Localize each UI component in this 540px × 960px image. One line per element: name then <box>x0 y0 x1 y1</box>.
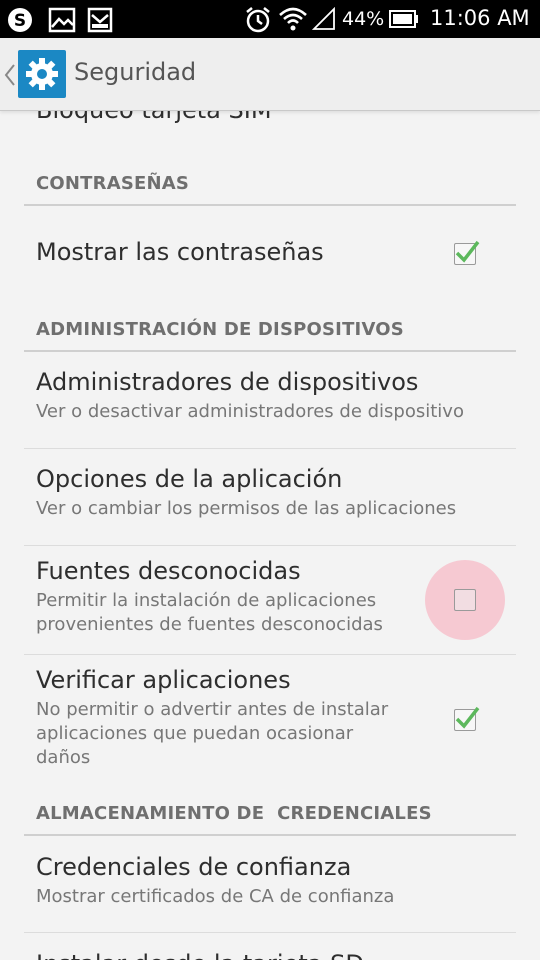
action-bar: Seguridad <box>0 38 540 111</box>
section-title: ALMACENAMIENTO DE CREDENCIALES <box>36 803 432 824</box>
list-item-app-options[interactable]: Opciones de la aplicación Ver o cambiar … <box>36 465 516 545</box>
divider <box>24 448 516 449</box>
item-title: Bloqueo tarjeta SIM <box>36 110 272 124</box>
list-item-verify-apps[interactable]: Verificar aplicaciones No permitir o adv… <box>36 666 516 786</box>
section-header-credentials: ALMACENAMIENTO DE CREDENCIALES <box>24 784 516 836</box>
list-item-sim-lock[interactable]: Bloqueo tarjeta SIM <box>36 110 516 124</box>
check-icon <box>455 706 480 729</box>
battery-percent: 44% <box>342 8 385 30</box>
check-icon <box>455 240 480 263</box>
item-summary: Ver o cambiar los permisos de las aplica… <box>36 498 457 519</box>
section-header-passwords: CONTRASEÑAS <box>24 150 516 206</box>
battery-icon <box>389 9 419 33</box>
settings-list[interactable]: Bloqueo tarjeta SIM CONTRASEÑAS Mostrar … <box>0 110 540 960</box>
divider <box>24 654 516 655</box>
page-title: Seguridad <box>74 58 197 86</box>
divider <box>24 932 516 933</box>
signal-icon <box>311 6 336 35</box>
item-title: Verificar aplicaciones <box>36 666 291 694</box>
clock: 11:06 AM <box>430 6 530 30</box>
list-item-trusted-credentials[interactable]: Credenciales de confianza Mostrar certif… <box>36 853 516 933</box>
alarm-icon <box>244 6 272 38</box>
item-summary: Mostrar certificados de CA de confianza <box>36 886 395 907</box>
item-title: Opciones de la aplicación <box>36 465 343 493</box>
verify-apps-checkbox[interactable] <box>454 706 480 731</box>
list-item-show-passwords[interactable]: Mostrar las contraseñas <box>36 206 516 302</box>
item-title: Administradores de dispositivos <box>36 368 419 396</box>
divider <box>24 545 516 546</box>
show-passwords-checkbox[interactable] <box>454 240 480 265</box>
item-summary-line: aplicaciones que puedan ocasionar <box>36 723 354 744</box>
section-header-device-admin: ADMINISTRACIÓN DE DISPOSITIVOS <box>24 300 516 352</box>
wifi-icon <box>278 6 308 36</box>
section-title: CONTRASEÑAS <box>36 173 190 194</box>
item-title: Instalar desde la tarjeta SD <box>36 950 516 960</box>
skype-icon: S <box>6 6 34 38</box>
item-summary: Ver o desactivar administradores de disp… <box>36 401 464 422</box>
svg-text:S: S <box>14 11 26 31</box>
email-icon <box>87 7 113 37</box>
settings-gear-icon[interactable] <box>18 50 66 98</box>
section-title: ADMINISTRACIÓN DE DISPOSITIVOS <box>36 319 404 340</box>
list-item-install-from-sd[interactable]: Instalar desde la tarjeta SD <box>36 950 516 960</box>
picture-icon <box>48 7 76 37</box>
item-summary-line: No permitir o advertir antes de instalar <box>36 699 389 720</box>
list-item-device-admins[interactable]: Administradores de dispositivos Ver o de… <box>36 368 516 448</box>
status-bar: S 44% 11:06 AM <box>0 0 540 38</box>
unknown-sources-checkbox[interactable] <box>454 589 476 611</box>
item-summary-line: daños <box>36 747 91 768</box>
back-chevron-icon[interactable] <box>3 62 17 92</box>
item-title: Credenciales de confianza <box>36 853 352 881</box>
item-title: Mostrar las contraseñas <box>36 238 324 266</box>
